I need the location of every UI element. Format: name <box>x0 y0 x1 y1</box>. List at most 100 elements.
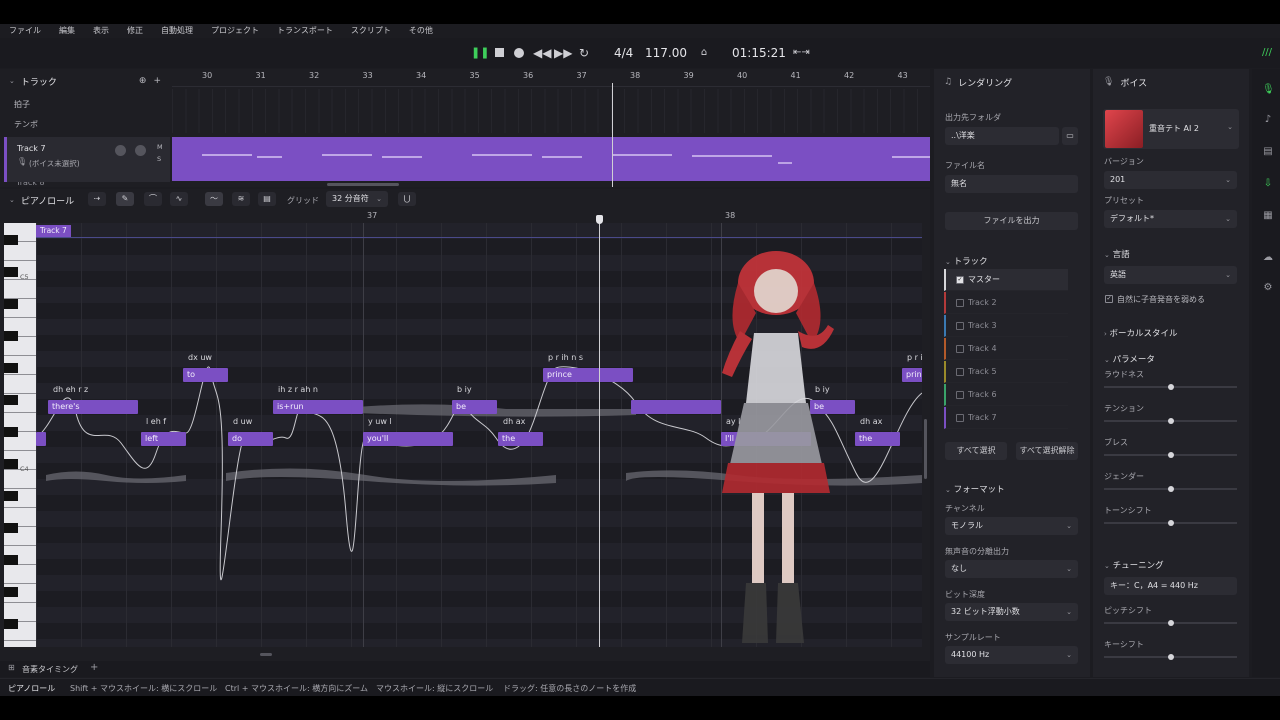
export-button[interactable]: ファイルを出力 <box>945 212 1078 230</box>
phoneme-label[interactable]: dh eh r z <box>53 385 88 394</box>
track-list-item[interactable]: Track 7 <box>944 407 1068 429</box>
track-list-item[interactable]: Track 2 <box>944 292 1068 314</box>
waveform-toggle-icon[interactable]: ≋ <box>232 192 250 206</box>
track7-clip[interactable] <box>172 137 930 181</box>
select-all-button[interactable]: すべて選択 <box>945 442 1007 460</box>
note[interactable] <box>36 432 46 446</box>
volume-knob[interactable] <box>115 145 126 156</box>
note[interactable]: the <box>498 432 543 446</box>
pause-button[interactable]: ❚❚ <box>471 46 489 60</box>
vocal-style-header[interactable]: › ボーカルスタイル <box>1104 327 1178 339</box>
samplerate-select[interactable]: 44100 Hz ⌄ <box>945 646 1078 664</box>
phoneme-label[interactable]: p r ih n s <box>548 353 583 362</box>
split-select[interactable]: なし ⌄ <box>945 560 1078 578</box>
deselect-all-button[interactable]: すべて選択解除 <box>1016 442 1078 460</box>
note[interactable]: prince <box>543 368 633 382</box>
collapse-icon[interactable]: ⌄ <box>9 196 15 204</box>
version-select[interactable]: 201 ⌄ <box>1104 171 1237 189</box>
track-checkbox[interactable] <box>956 299 964 307</box>
magnet-snap-icon[interactable]: ⋃ <box>398 192 416 206</box>
pan-knob[interactable] <box>135 145 146 156</box>
consonant-checkbox[interactable]: ✓ <box>1105 295 1113 303</box>
voice-panel-icon[interactable]: 🎙 <box>1262 84 1275 96</box>
tempo-value[interactable]: 117.00 <box>645 45 687 61</box>
phoneme-label[interactable]: dx uw <box>188 353 212 362</box>
slider-knob[interactable] <box>1168 486 1174 492</box>
folder-field[interactable]: ..\洋楽 <box>945 127 1059 145</box>
snap-icon[interactable]: ⇤⇥ <box>793 46 810 60</box>
time-signature[interactable]: 4/4 <box>614 45 633 61</box>
track-list-item[interactable]: Track 6 <box>944 384 1068 406</box>
track-list-item[interactable]: ✓ マスター <box>944 269 1068 291</box>
menu-item-3[interactable]: 修正 <box>118 24 152 38</box>
menu-item-6[interactable]: トランスポート <box>268 24 342 38</box>
solo-button[interactable]: S <box>157 155 161 163</box>
note[interactable]: you'll <box>363 432 453 446</box>
menu-item-8[interactable]: その他 <box>400 24 442 38</box>
key-shift-slider[interactable] <box>1104 654 1237 660</box>
pitch-shift-slider[interactable] <box>1104 620 1237 626</box>
menu-item-0[interactable]: ファイル <box>0 24 50 38</box>
preset-select[interactable]: デフォルト* ⌄ <box>1104 210 1237 228</box>
mute-button[interactable]: M <box>157 143 163 151</box>
language-select[interactable]: 英語 ⌄ <box>1104 266 1237 284</box>
param-slider[interactable] <box>1104 384 1237 390</box>
note[interactable]: do <box>228 432 273 446</box>
slider-knob[interactable] <box>1168 418 1174 424</box>
cloud-icon[interactable]: ☁ <box>1262 252 1274 264</box>
phoneme-label[interactable]: b iy <box>457 385 472 394</box>
pitch-curve-toggle-icon[interactable]: 〜 <box>205 192 223 206</box>
track-checkbox[interactable] <box>956 345 964 353</box>
phoneme-label[interactable]: l eh f <box>146 417 166 426</box>
note[interactable]: is+run <box>273 400 363 414</box>
menu-item-5[interactable]: プロジェクト <box>202 24 268 38</box>
collapse-icon[interactable]: ⌄ <box>9 77 15 85</box>
library-panel-icon[interactable]: ▦ <box>1262 210 1274 222</box>
filename-field[interactable]: 無名 <box>945 175 1078 193</box>
slider-knob[interactable] <box>1168 384 1174 390</box>
folder-browse-button[interactable]: ▭ <box>1062 127 1078 145</box>
add-tab-icon[interactable]: + <box>90 662 98 673</box>
track7-header[interactable]: Track 7 🎙 (ボイス未選択) M S <box>4 137 170 182</box>
pencil-tool-icon[interactable]: ✎ <box>116 192 134 206</box>
add-track-icon[interactable]: + <box>153 76 161 86</box>
track-checkbox[interactable] <box>956 368 964 376</box>
param-slider[interactable] <box>1104 452 1237 458</box>
stop-button[interactable] <box>492 46 506 60</box>
note-grid[interactable]: Track 7 dh eh r z there's l eh f left dx uw t… <box>36 223 922 647</box>
bitdepth-select[interactable]: 32 ビット浮動小数 ⌄ <box>945 603 1078 621</box>
render-panel-icon[interactable]: ⇩ <box>1262 178 1274 190</box>
note[interactable]: left <box>141 432 186 446</box>
phoneme-timing-tab[interactable]: 音素タイミング <box>22 664 78 675</box>
param-slider[interactable] <box>1104 418 1237 424</box>
note[interactable]: there's <box>48 400 138 414</box>
piano-roll-vscroll[interactable] <box>924 419 927 479</box>
track-list-item[interactable]: Track 4 <box>944 338 1068 360</box>
param-slider[interactable] <box>1104 520 1237 526</box>
track-checkbox[interactable] <box>956 391 964 399</box>
phoneme-label[interactable]: ih z r ah n <box>278 385 318 394</box>
background-toggle-icon[interactable]: ▤ <box>258 192 276 206</box>
select-tool-icon[interactable]: ⇢ <box>88 192 106 206</box>
grid-select[interactable]: 32 分音符 ⌄ <box>326 191 388 207</box>
loop-button[interactable]: ↻ <box>577 46 591 60</box>
piano-roll-hscroll[interactable] <box>260 653 272 656</box>
menu-item-7[interactable]: スクリプト <box>342 24 400 38</box>
track-ruler[interactable]: 30 31 32 33 34 35 36 37 38 39 40 41 42 43 <box>172 69 930 87</box>
slider-knob[interactable] <box>1168 520 1174 526</box>
rewind-button[interactable]: ◀◀ <box>533 46 551 60</box>
menu-item-2[interactable]: 表示 <box>84 24 118 38</box>
param-slider[interactable] <box>1104 486 1237 492</box>
phoneme-label[interactable]: dh ax <box>503 417 525 426</box>
notebook-panel-icon[interactable]: ▤ <box>1262 146 1274 158</box>
menu-item-1[interactable]: 編集 <box>50 24 84 38</box>
playhead-marker-icon[interactable] <box>596 215 603 224</box>
track-list-item[interactable]: Track 3 <box>944 315 1068 337</box>
track-hscroll[interactable] <box>327 183 399 186</box>
note-panel-icon[interactable]: ♪ <box>1262 114 1274 126</box>
pitch-draw-tool-icon[interactable]: ∿ <box>170 192 188 206</box>
note[interactable]: be <box>452 400 497 414</box>
key-field[interactable]: キー：C，A4 = 440 Hz <box>1104 577 1237 595</box>
phoneme-label[interactable]: y uw l <box>368 417 392 426</box>
metronome-icon[interactable]: ⌂ <box>697 46 711 60</box>
